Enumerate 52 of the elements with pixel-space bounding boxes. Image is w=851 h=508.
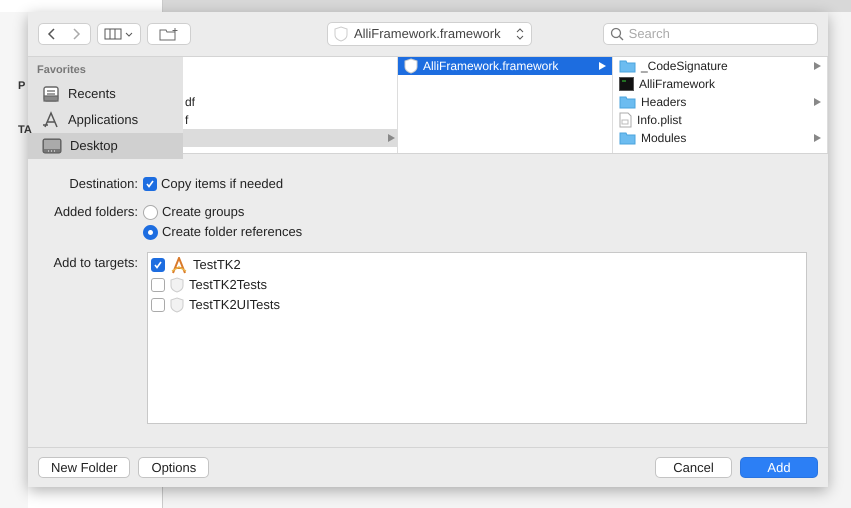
shield-icon: [334, 26, 348, 42]
file-row[interactable]: df: [183, 93, 397, 111]
app-icon: [170, 256, 188, 274]
background-label: P: [18, 79, 26, 94]
cancel-button[interactable]: Cancel: [655, 457, 732, 478]
radio-button[interactable]: Create folder references: [143, 222, 302, 242]
view-button[interactable]: [96, 23, 141, 45]
checkbox[interactable]: Copy items if needed: [143, 174, 284, 194]
file-row[interactable]: AlliFramework.framework: [398, 57, 612, 75]
new-folder-button[interactable]: [146, 23, 191, 45]
terminal-icon: [619, 77, 634, 91]
sidebar-item[interactable]: Recents: [28, 80, 183, 106]
document-icon: [619, 112, 632, 128]
folder-icon: [619, 95, 636, 109]
folder-icon: [619, 59, 636, 73]
add-button[interactable]: Add: [740, 457, 818, 478]
target-label: TestTK2Tests: [189, 276, 268, 294]
file-row[interactable]: AlliFramework: [613, 75, 827, 93]
updown-icon: [514, 27, 525, 41]
target-label: TestTK2: [193, 256, 241, 274]
file-row[interactable]: f: [183, 111, 397, 129]
file-row[interactable]: Info.plist: [613, 111, 827, 129]
navigation-buttons[interactable]: [38, 23, 91, 45]
columns-icon: [104, 28, 134, 40]
shield-icon: [170, 277, 184, 293]
file-row[interactable]: _CodeSignature: [613, 57, 827, 75]
new-folder-button[interactable]: New Folder: [38, 457, 130, 478]
folder-icon: [619, 131, 636, 145]
file-row[interactable]: Modules: [613, 129, 827, 147]
field-label: Add to targets:: [52, 254, 139, 272]
sidebar-header: Favorites: [36, 63, 87, 78]
radio-button[interactable]: Create groups: [143, 202, 244, 222]
applications-icon: [42, 110, 60, 128]
desktop-icon: [42, 138, 62, 154]
options-button[interactable]: Options: [138, 457, 210, 478]
field-label: Destination:: [68, 175, 139, 194]
checkbox[interactable]: [151, 258, 165, 272]
path-popup[interactable]: AlliFramework.framework: [326, 22, 532, 46]
field-label: Added folders:: [53, 203, 139, 222]
checkbox[interactable]: [151, 278, 165, 292]
file-row[interactable]: Headers: [613, 93, 827, 111]
check-icon: [145, 179, 155, 189]
target-label: TestTK2UITests: [189, 296, 280, 314]
folder-add-icon: [158, 27, 179, 41]
checkbox[interactable]: [151, 298, 165, 312]
search-field[interactable]: Search: [628, 24, 817, 44]
shield-icon: [170, 297, 184, 313]
sidebar-item[interactable]: Desktop: [28, 132, 183, 158]
tray-icon: [42, 84, 60, 102]
search-icon: [610, 27, 624, 41]
check-icon: [153, 260, 163, 270]
search-field[interactable]: Search: [602, 23, 818, 45]
